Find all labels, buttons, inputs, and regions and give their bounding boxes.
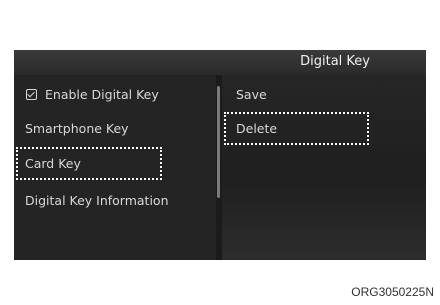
- right-menu-panel: [222, 75, 426, 260]
- figure-code: ORG3050225N: [351, 285, 434, 299]
- menu-item-label: Card Key: [25, 156, 81, 171]
- menu-item-enable-digital-key[interactable]: Enable Digital Key: [26, 87, 159, 102]
- menu-item-digital-key-information[interactable]: Digital Key Information: [25, 193, 169, 208]
- display-screen: Digital Key Enable Digital Key Smartphon…: [14, 50, 426, 260]
- menu-item-label: Save: [236, 87, 267, 102]
- menu-item-label: Delete: [236, 121, 278, 136]
- menu-item-smartphone-key[interactable]: Smartphone Key: [25, 121, 129, 136]
- menu-item-card-key[interactable]: Card Key: [25, 156, 81, 171]
- scrollbar[interactable]: [217, 86, 220, 198]
- menu-item-label: Digital Key Information: [25, 193, 169, 208]
- menu-item-delete[interactable]: Delete: [236, 121, 277, 136]
- title-bar: Digital Key: [14, 50, 426, 75]
- menu-item-label: Smartphone Key: [25, 121, 129, 136]
- menu-item-label: Enable Digital Key: [45, 87, 159, 102]
- menu-item-save[interactable]: Save: [236, 87, 267, 102]
- checkbox-checked-icon[interactable]: [26, 89, 37, 100]
- page-title: Digital Key: [300, 54, 370, 69]
